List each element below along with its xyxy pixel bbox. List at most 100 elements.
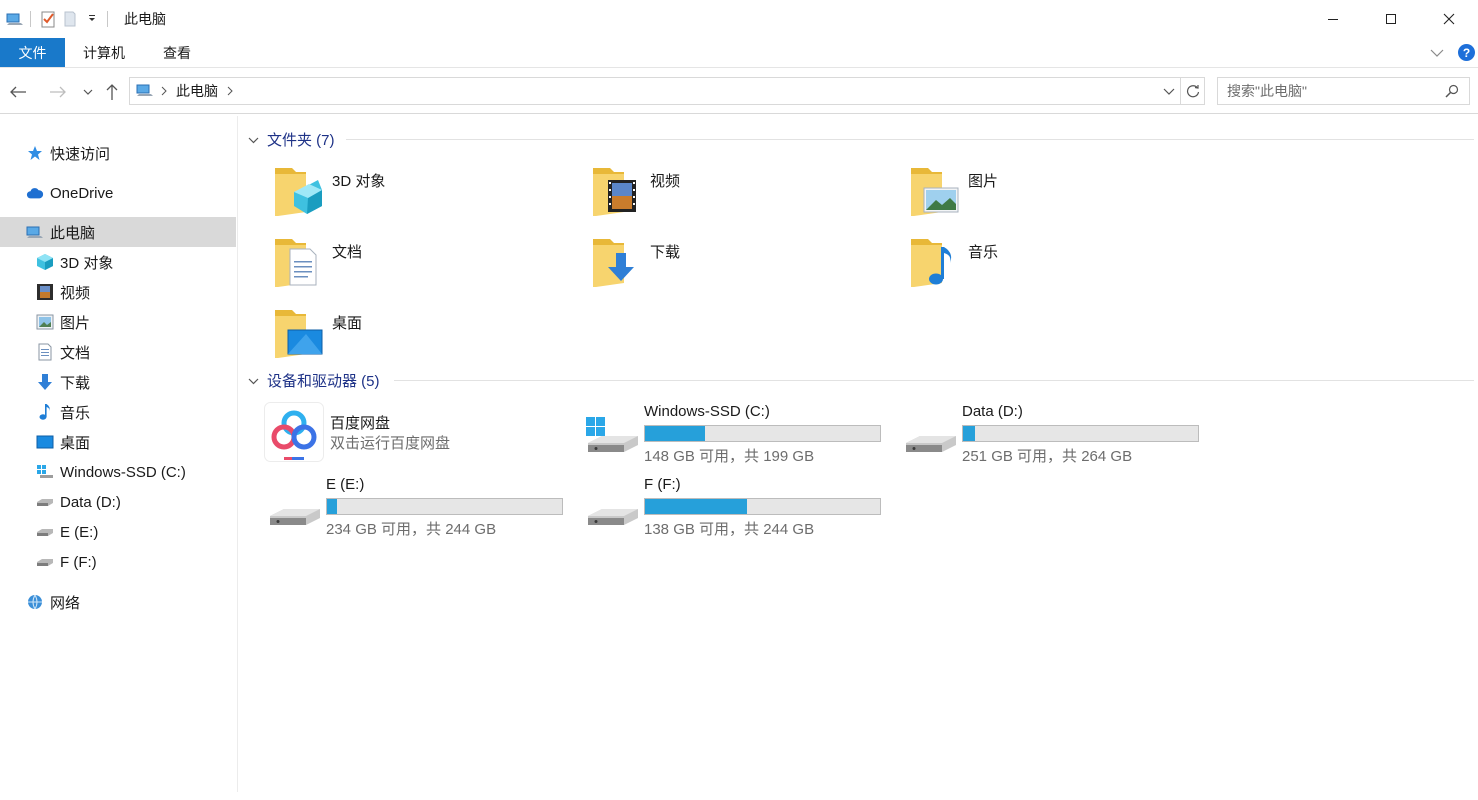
folder-pictures[interactable]: 图片 — [908, 162, 1208, 226]
folder-label: 音乐 — [968, 244, 999, 261]
drive-icon — [36, 523, 54, 541]
chevron-down-icon — [1163, 88, 1175, 95]
pictures-folder-icon — [911, 168, 959, 216]
tab-file[interactable]: 文件 — [0, 38, 65, 67]
help-icon[interactable]: ? — [1458, 44, 1475, 61]
sidebar-item-desktop[interactable]: 桌面 — [0, 427, 236, 457]
sidebar-item-drive-d[interactable]: Data (D:) — [0, 487, 236, 517]
sidebar-item-this-pc[interactable]: 此电脑 — [0, 217, 236, 247]
navigation-pane: 快速访问 OneDrive 此电脑 3D 对象 视频 图片 文档 下载 音乐 桌… — [0, 116, 238, 792]
search-icon[interactable] — [1445, 84, 1459, 101]
folder-videos[interactable]: 视频 — [590, 162, 890, 226]
sidebar-item-downloads[interactable]: 下载 — [0, 367, 236, 397]
drive-usage-bar — [326, 498, 563, 515]
folder-label: 视频 — [650, 173, 681, 190]
drive-space-text: 148 GB 可用，共 199 GB — [644, 448, 815, 465]
address-dropdown-button[interactable] — [1158, 78, 1180, 104]
download-icon — [36, 373, 54, 391]
computer-icon — [6, 10, 24, 28]
drive-label: F (F:) — [644, 476, 681, 493]
folder-desktop[interactable]: 桌面 — [272, 304, 572, 368]
folder-label: 3D 对象 — [332, 173, 386, 190]
up-arrow-icon — [106, 84, 118, 100]
sidebar-item-music[interactable]: 音乐 — [0, 397, 236, 427]
content-pane: 文件夹 (7) 3D 对象 视频 图片 文档 下载 音乐 桌面 设备和驱动器 (… — [240, 116, 1478, 792]
navigation-bar: 此电脑 搜索"此电脑" — [0, 70, 1478, 114]
drive-icon — [36, 553, 54, 571]
music-folder-icon — [911, 239, 952, 287]
drive-d[interactable]: Data (D:) 251 GB 可用，共 264 GB — [902, 403, 1202, 467]
sidebar-item-drive-c[interactable]: Windows-SSD (C:) — [0, 457, 236, 487]
maximize-button[interactable] — [1362, 0, 1420, 38]
sidebar-item-network[interactable]: 网络 — [0, 587, 236, 617]
search-input[interactable]: 搜索"此电脑" — [1217, 77, 1470, 105]
drive-c[interactable]: Windows-SSD (C:) 148 GB 可用，共 199 GB — [584, 403, 884, 467]
forward-button[interactable] — [46, 80, 70, 104]
address-bar[interactable]: 此电脑 — [129, 77, 1205, 105]
close-button[interactable] — [1420, 0, 1478, 38]
cloud-icon — [26, 184, 44, 202]
cube-folder-icon — [275, 168, 322, 216]
folder-label: 图片 — [968, 173, 999, 190]
picture-icon — [36, 313, 54, 331]
properties-icon[interactable] — [39, 10, 57, 28]
drive-icon — [36, 493, 54, 511]
tab-computer[interactable]: 计算机 — [65, 38, 143, 67]
baidu-netdisk[interactable]: 百度网盘 双击运行百度网盘 — [264, 402, 564, 462]
sidebar-item-drive-e[interactable]: E (E:) — [0, 517, 236, 547]
sidebar-item-documents[interactable]: 文档 — [0, 337, 236, 367]
drive-icon — [588, 509, 638, 525]
sidebar-item-3d-objects[interactable]: 3D 对象 — [0, 247, 236, 277]
drive-icon — [906, 436, 956, 452]
video-folder-icon — [593, 168, 636, 216]
sidebar-item-pictures[interactable]: 图片 — [0, 307, 236, 337]
drive-usage-bar — [644, 425, 881, 442]
chevron-right-icon[interactable] — [160, 83, 168, 99]
sidebar-item-drive-f[interactable]: F (F:) — [0, 547, 236, 577]
folder-label: 桌面 — [332, 315, 363, 332]
new-folder-icon[interactable] — [61, 10, 79, 28]
cube-icon — [36, 253, 54, 271]
title-bar: 此电脑 — [0, 0, 1478, 38]
drive-label: E (E:) — [326, 476, 365, 493]
refresh-button[interactable] — [1180, 78, 1204, 104]
tab-view[interactable]: 查看 — [143, 38, 211, 67]
recent-locations-button[interactable] — [76, 80, 100, 104]
star-icon — [26, 144, 44, 162]
chevron-down-icon — [83, 89, 93, 95]
drive-label: Windows-SSD (C:) — [644, 403, 770, 420]
folder-downloads[interactable]: 下载 — [590, 233, 890, 297]
breadcrumb[interactable]: 此电脑 — [176, 81, 218, 101]
folder-documents[interactable]: 文档 — [272, 233, 572, 297]
chevron-down-icon[interactable] — [248, 372, 259, 389]
folder-music[interactable]: 音乐 — [908, 233, 1208, 297]
chevron-down-icon[interactable] — [248, 131, 259, 148]
sidebar-item-quick-access[interactable]: 快速访问 — [0, 138, 236, 168]
music-icon — [36, 403, 54, 421]
ribbon-tabs: 文件 计算机 查看 ? — [0, 38, 1478, 68]
expand-ribbon-icon[interactable] — [1430, 45, 1444, 61]
up-button[interactable] — [100, 80, 124, 104]
drive-space-text: 138 GB 可用，共 244 GB — [644, 521, 815, 538]
minimize-button[interactable] — [1304, 0, 1362, 38]
chevron-right-icon[interactable] — [226, 83, 234, 99]
document-icon — [36, 343, 54, 361]
customize-toolbar-icon[interactable] — [83, 10, 101, 28]
minimize-icon — [1328, 19, 1338, 20]
computer-icon — [26, 223, 44, 241]
devices-group-header[interactable]: 设备和驱动器 (5) — [248, 369, 1474, 391]
drive-f[interactable]: F (F:) 138 GB 可用，共 244 GB — [584, 476, 884, 540]
back-button[interactable] — [6, 80, 30, 104]
folder-3d-objects[interactable]: 3D 对象 — [272, 162, 572, 226]
windows-drive-icon — [586, 417, 638, 452]
folder-label: 文档 — [332, 244, 363, 261]
drive-space-text: 234 GB 可用，共 244 GB — [326, 521, 497, 538]
documents-folder-icon — [275, 239, 317, 287]
computer-icon — [136, 82, 154, 101]
drive-icon — [270, 509, 320, 525]
drive-e[interactable]: E (E:) 234 GB 可用，共 244 GB — [266, 476, 566, 540]
folders-group-header[interactable]: 文件夹 (7) — [248, 128, 1474, 150]
search-placeholder: 搜索"此电脑" — [1227, 83, 1307, 99]
sidebar-item-videos[interactable]: 视频 — [0, 277, 236, 307]
sidebar-item-onedrive[interactable]: OneDrive — [0, 178, 236, 208]
